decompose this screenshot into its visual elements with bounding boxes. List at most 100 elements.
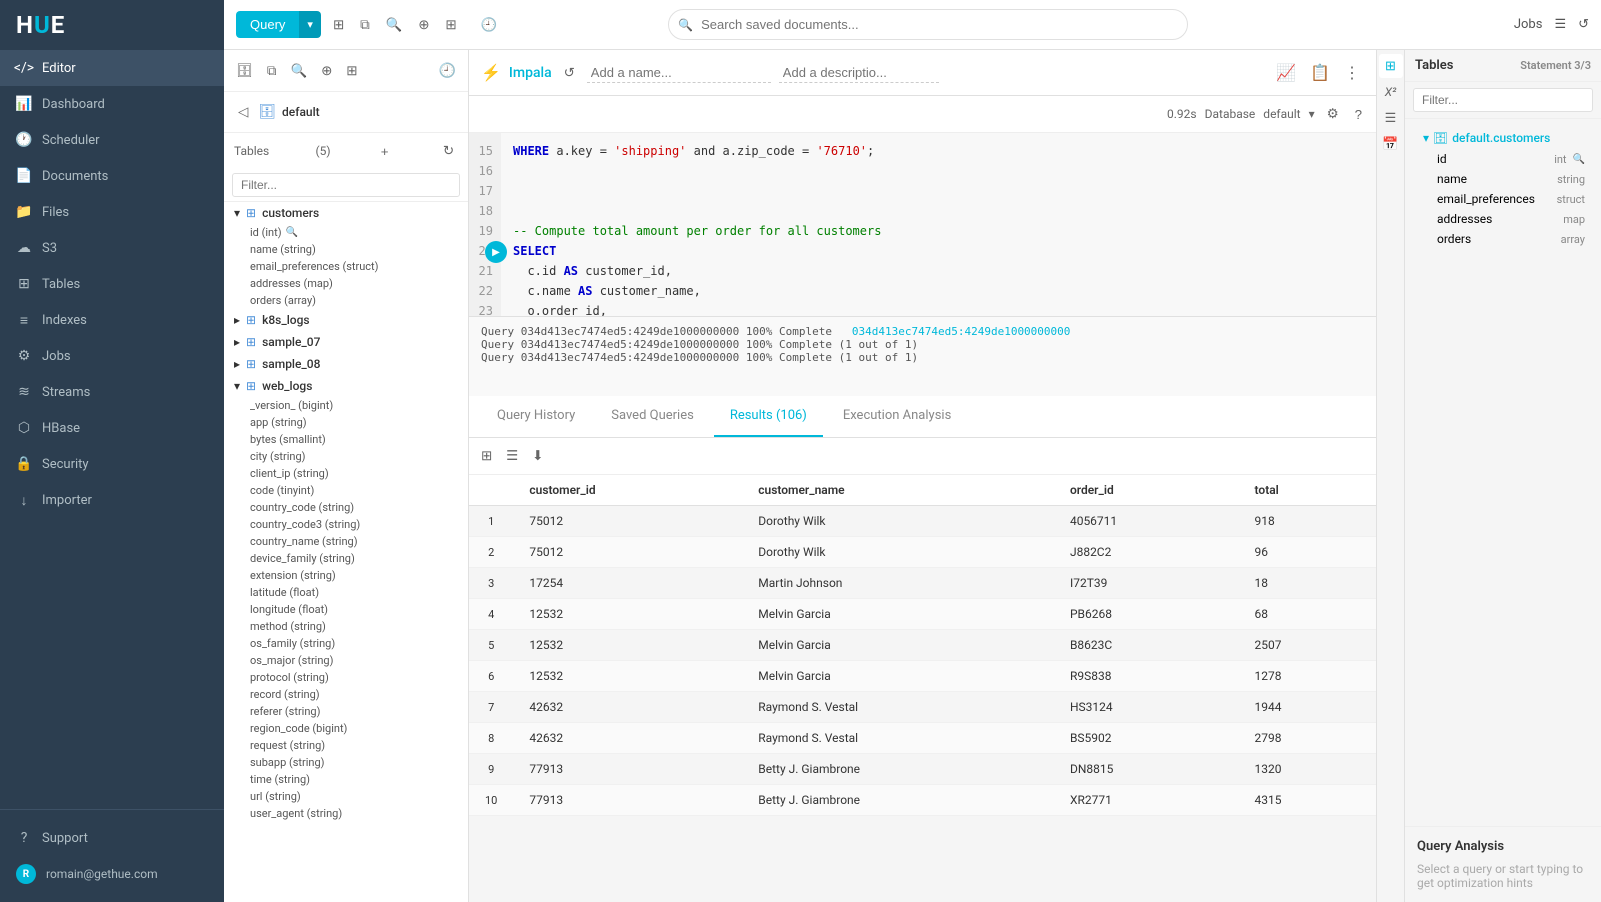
run-button[interactable]: ▶ [485, 241, 507, 263]
row-num: 1 [469, 506, 513, 537]
files-icon: 📁 [16, 204, 32, 220]
search-input[interactable] [668, 9, 1188, 40]
tab-saved-queries[interactable]: Saved Queries [595, 396, 710, 437]
download-button[interactable]: ⬇ [528, 444, 547, 468]
refresh-tables-button[interactable]: ↻ [439, 139, 458, 163]
history-button[interactable]: 🕘 [477, 13, 502, 37]
tab-results[interactable]: Results (106) [714, 396, 823, 437]
right-tab-tables[interactable]: ⊞ [1379, 54, 1403, 78]
sidebar-item-label: Tables [42, 277, 80, 292]
support-item[interactable]: ? Support [0, 820, 224, 856]
line-num: 21 [469, 261, 501, 281]
settings-button[interactable]: ⚙ [1323, 102, 1343, 126]
sidebar-item-scheduler[interactable]: 🕐 Scheduler [0, 122, 224, 158]
line-numbers: 15 16 17 18 19 20 21 22 23 24 25 26 27 2… [469, 133, 501, 316]
sidebar-item-tables[interactable]: ⊞ Tables [0, 266, 224, 302]
toolbar-copy-icon[interactable]: ⧉ [263, 59, 281, 83]
cell-order-id: B8623C [1054, 630, 1239, 661]
query-button[interactable]: Query [236, 11, 299, 38]
sidebar-item-documents[interactable]: 📄 Documents [0, 158, 224, 194]
cell-customer-name: Betty J. Giambrone [742, 754, 1054, 785]
more-button[interactable]: ⋮ [1340, 59, 1364, 87]
help-button[interactable]: ? [1351, 103, 1366, 126]
field-name: url (string) [250, 790, 301, 803]
history-icon: ↺ [1578, 17, 1589, 32]
sidebar-item-s3[interactable]: ☁ S3 [0, 230, 224, 266]
right-tab-language-ref[interactable]: ☰ [1379, 106, 1403, 130]
table-name: sample_07 [262, 335, 320, 349]
tables-filter-input[interactable] [232, 173, 460, 197]
copy-button[interactable]: ⧉ [356, 13, 374, 37]
sidebar-nav: </> Editor 📊 Dashboard 🕐 Scheduler 📄 Doc… [0, 50, 224, 809]
table-row: 8 42632 Raymond S. Vestal BS5902 2798 [469, 723, 1376, 754]
toolbar-grid-icon[interactable]: ⊞ [342, 59, 361, 83]
line-num: 22 [469, 281, 501, 301]
table-item-sample07[interactable]: ▸ ⊞ sample_07 [224, 331, 468, 353]
app-logo: HUE [0, 0, 224, 50]
sidebar-item-streams[interactable]: ≋ Streams [0, 374, 224, 410]
sidebar-item-hbase[interactable]: ⬡ HBase [0, 410, 224, 446]
table-name: customers [262, 206, 319, 220]
toolbar-db-icon[interactable]: 🗄 [232, 59, 257, 83]
apps-button[interactable]: ⊞ [441, 13, 460, 37]
tables-panel: 🗄 ⧉ 🔍 ⊕ ⊞ 🕘 ◁ 🗄 default Tables (5) + ↻ [224, 50, 469, 902]
table-item-k8s-logs[interactable]: ▸ ⊞ k8s_logs [224, 309, 468, 331]
right-panel-filter [1405, 82, 1601, 119]
tab-query-history[interactable]: Query History [481, 396, 591, 437]
table-item-customers[interactable]: ▾ ⊞ customers [224, 202, 468, 224]
schema-field-name: email_preferences [1437, 192, 1535, 206]
row-view-button[interactable]: ☰ [502, 444, 522, 468]
wl-field-url: url (string) [244, 788, 468, 805]
sidebar-item-files[interactable]: 📁 Files [0, 194, 224, 230]
table-item-sample08[interactable]: ▸ ⊞ sample_08 [224, 353, 468, 375]
right-panel-filter-input[interactable] [1413, 88, 1593, 112]
query-button-group: Query ▾ [236, 11, 321, 38]
field-name: user_agent (string) [250, 807, 342, 820]
search-button[interactable]: 🔍 [382, 13, 407, 37]
sidebar-item-importer[interactable]: ↓ Importer [0, 482, 224, 518]
query-dropdown-button[interactable]: ▾ [299, 11, 321, 38]
new-file-button[interactable]: ⊞ [329, 13, 348, 37]
tab-execution-analysis[interactable]: Execution Analysis [827, 396, 967, 437]
table-expand-icon: ▸ [234, 335, 240, 349]
database-value: default [1263, 107, 1300, 121]
chart-button[interactable]: 📈 [1272, 59, 1300, 87]
tables-list: ▾ ⊞ customers id (int) 🔍 name (string) e… [224, 202, 468, 902]
sidebar-item-security[interactable]: 🔒 Security [0, 446, 224, 482]
field-name: longitude (float) [250, 603, 328, 616]
wl-field-code: code (tinyint) [244, 482, 468, 499]
support-label: Support [42, 831, 88, 846]
toolbar-schema-icon[interactable]: ⊕ [317, 59, 336, 83]
query-name-input[interactable] [587, 63, 771, 83]
table-item-weblogs[interactable]: ▾ ⊞ web_logs [224, 375, 468, 397]
user-profile[interactable]: R romain@gethue.com [0, 856, 224, 892]
back-button[interactable]: ◁ [234, 100, 252, 124]
query-description-input[interactable] [779, 63, 939, 83]
sidebar-item-dashboard[interactable]: 📊 Dashboard [0, 86, 224, 122]
undo-button[interactable]: ↺ [560, 61, 579, 85]
sidebar-item-indexes[interactable]: ≡ Indexes [0, 302, 224, 338]
statement-badge: Statement 3/3 [1520, 59, 1591, 72]
collapse-panel-button[interactable]: 🕘 [435, 58, 460, 83]
right-tab-functions[interactable]: X² [1379, 80, 1403, 104]
wl-field-version: _version_ (bigint) [244, 397, 468, 414]
field-name: record (string) [250, 688, 320, 701]
grid-view-button[interactable]: ⊞ [477, 444, 496, 468]
field-email-prefs: email_preferences (struct) [244, 258, 468, 275]
code-line [513, 181, 1376, 201]
cell-customer-name: Betty J. Giambrone [742, 785, 1054, 816]
cell-order-id: DN8815 [1054, 754, 1239, 785]
toolbar-search-icon[interactable]: 🔍 [286, 59, 311, 83]
export-button[interactable]: 📋 [1306, 59, 1334, 87]
query-id-link[interactable]: 034d413ec7474ed5:4249de1000000000 [852, 325, 1071, 338]
cell-total: 918 [1239, 506, 1376, 537]
grid-button[interactable]: ⊕ [414, 13, 433, 37]
table-expand-icon: ▾ [234, 379, 240, 393]
field-name: region_code (bigint) [250, 722, 347, 735]
sidebar-item-jobs[interactable]: ⚙ Jobs [0, 338, 224, 374]
add-table-button[interactable]: + [377, 140, 393, 163]
code-editor[interactable]: 0.92s Database default ▾ ⚙ ? 15 16 17 18… [469, 96, 1376, 316]
engine-badge: Impala [509, 65, 552, 81]
right-tab-calendar[interactable]: 📅 [1379, 132, 1403, 156]
sidebar-item-editor[interactable]: </> Editor [0, 50, 224, 86]
